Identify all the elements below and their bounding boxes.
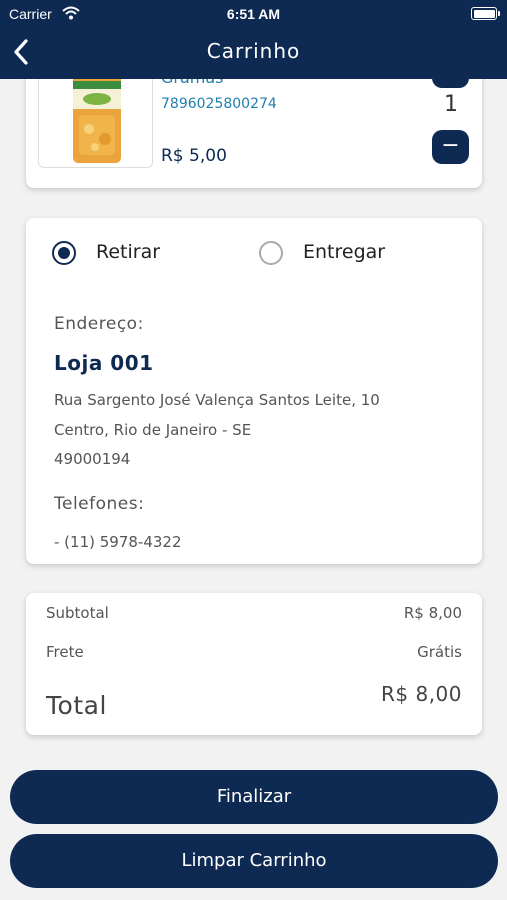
order-summary-card: Subtotal R$ 8,00 Frete Grátis Total R$ 8… <box>26 593 482 735</box>
address-heading: Endereço: <box>54 314 144 334</box>
store-phone: - (11) 5978-4322 <box>54 533 182 551</box>
total-value: R$ 8,00 <box>380 682 462 706</box>
status-time: 6:51 AM <box>226 6 281 22</box>
product-quantity: 1 <box>444 92 458 117</box>
address-street: Rua Sargento José Valença Santos Leite, … <box>54 391 380 409</box>
battery-icon <box>471 7 500 20</box>
delivery-radio[interactable] <box>259 241 283 265</box>
checkout-button[interactable]: Finalizar <box>10 770 498 824</box>
clear-cart-button[interactable]: Limpar Carrinho <box>10 834 498 888</box>
decrease-quantity-button[interactable]: − <box>432 130 469 164</box>
subtotal-label: Subtotal <box>46 604 109 622</box>
status-bar: Carrier 6:51 AM <box>0 0 507 28</box>
shipping-label: Frete <box>46 643 84 661</box>
total-label: Total <box>46 691 107 720</box>
nav-bar: Carrier 6:51 AM Carrinho <box>0 0 507 79</box>
pickup-label: Retirar <box>96 241 161 263</box>
address-city: Centro, Rio de Janeiro - SE <box>54 421 252 439</box>
address-zip: 49000194 <box>54 450 131 468</box>
delivery-label: Entregar <box>303 241 386 263</box>
product-code: 7896025800274 <box>161 96 277 112</box>
pickup-radio[interactable] <box>52 241 76 265</box>
store-name: Loja 001 <box>54 351 154 375</box>
phones-heading: Telefones: <box>54 494 145 514</box>
product-price: R$ 5,00 <box>161 146 227 166</box>
subtotal-value: R$ 8,00 <box>403 604 462 622</box>
delivery-options-card: Retirar Entregar Endereço: Loja 001 Rua … <box>26 218 482 564</box>
shipping-value: Grátis <box>417 643 462 661</box>
page-title: Carrinho <box>206 39 301 63</box>
